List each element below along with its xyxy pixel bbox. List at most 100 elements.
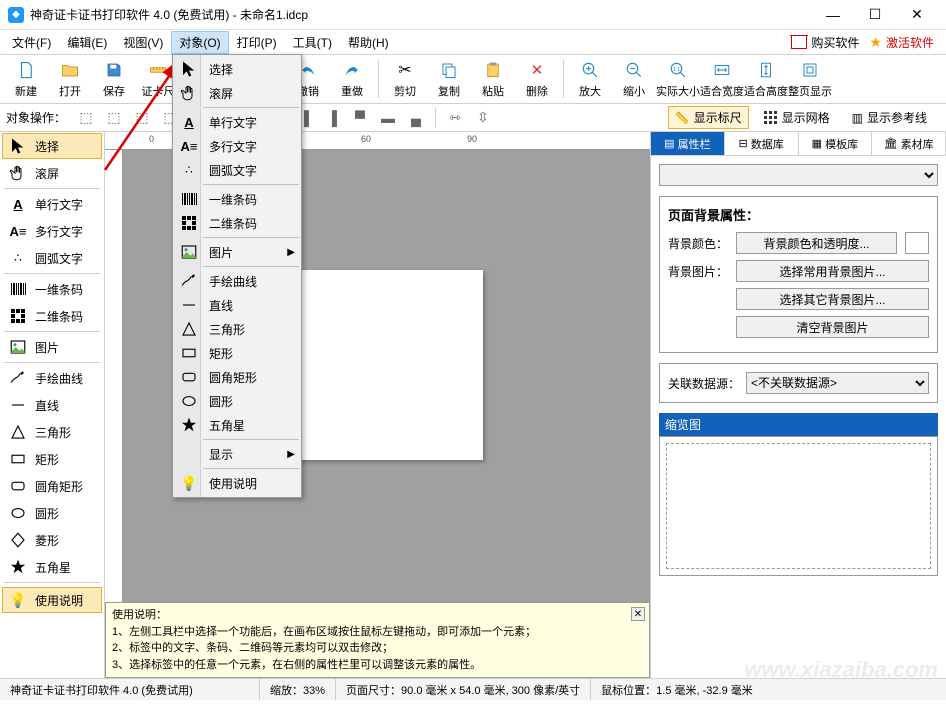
tool-image[interactable]: 图片 <box>2 334 102 360</box>
bgimg-clear-button[interactable]: 清空背景图片 <box>736 316 929 338</box>
tool-diamond[interactable]: 菱形 <box>2 527 102 553</box>
toolbar-fit-width-button[interactable]: 适合宽度 <box>700 56 744 102</box>
align-middle-button[interactable]: ▬ <box>376 107 400 129</box>
menu-item-text-single[interactable]: A单行文字 <box>173 110 301 134</box>
menu-item-text-arc[interactable]: ∴圆弧文字 <box>173 158 301 182</box>
menu-object[interactable]: 对象(O) <box>171 31 228 54</box>
fit-width-icon <box>711 59 733 81</box>
menu-edit[interactable]: 编辑(E) <box>59 31 115 54</box>
tool-qrcode[interactable]: 二维条码 <box>2 303 102 329</box>
toolbar-redo-button[interactable]: 重做 <box>330 56 374 102</box>
cut-icon: ✂ <box>394 59 416 81</box>
copy-icon <box>438 59 460 81</box>
fit-height-icon <box>755 59 777 81</box>
tool-roundrect[interactable]: 圆角矩形 <box>2 473 102 499</box>
toolbar-copy-button[interactable]: 复制 <box>427 56 471 102</box>
menu-item-star[interactable]: 五角星 <box>173 413 301 437</box>
menu-item-hand[interactable]: 滚屏 <box>173 81 301 105</box>
maximize-button[interactable]: ☐ <box>854 0 896 30</box>
tool-text-arc[interactable]: ∴圆弧文字 <box>2 245 102 271</box>
right-panel: ▤属性栏 ⊟数据库 ▦模板库 🏛素材库 页面背景属性： 背景颜色： 背景颜色和透… <box>650 132 946 678</box>
tool-barcode[interactable]: 一维条码 <box>2 276 102 302</box>
tool-text-multi[interactable]: A≡多行文字 <box>2 218 102 244</box>
toolbar-fit-page-button[interactable]: 整页显示 <box>788 56 832 102</box>
menu-help[interactable]: 帮助(H) <box>340 31 397 54</box>
menu-item-显示[interactable]: 显示▶ <box>173 442 301 466</box>
tool-cursor[interactable]: 选择 <box>2 133 102 159</box>
tool-text-single[interactable]: A单行文字 <box>2 191 102 217</box>
menu-item-barcode[interactable]: 一维条码 <box>173 187 301 211</box>
distribute-v-button[interactable]: ⇳ <box>471 107 495 129</box>
menu-item-pencil[interactable]: 手绘曲线 <box>173 269 301 293</box>
tool-rect[interactable]: 矩形 <box>2 446 102 472</box>
toggle-guides[interactable]: ▥显示参考线 <box>845 106 934 129</box>
tool-line[interactable]: 直线 <box>2 392 102 418</box>
menu-item-bulb[interactable]: 💡使用说明 <box>173 471 301 495</box>
preview-thumbnail <box>666 443 931 569</box>
bgimg-other-button[interactable]: 选择其它背景图片... <box>736 288 929 310</box>
toolbar-file-new-button[interactable]: 新建 <box>4 56 48 102</box>
buy-software-link[interactable]: 购买软件 <box>791 34 859 51</box>
blank-icon <box>179 444 199 464</box>
menu-item-cursor[interactable]: 选择 <box>173 57 301 81</box>
menu-item-circle[interactable]: 圆形 <box>173 389 301 413</box>
tool-help[interactable]: 💡使用说明 <box>2 587 102 613</box>
toolbar-cut-button[interactable]: ✂剪切 <box>383 56 427 102</box>
menu-item-roundrect[interactable]: 圆角矩形 <box>173 365 301 389</box>
close-button[interactable]: ✕ <box>896 0 938 30</box>
toolbar-zoom-in-button[interactable]: 放大 <box>568 56 612 102</box>
align-bottom-button[interactable]: ▄ <box>404 107 428 129</box>
distribute-h-button[interactable]: ⇿ <box>443 107 467 129</box>
align-right-button[interactable]: ▐ <box>320 107 344 129</box>
menu-item-qrcode[interactable]: 二维条码 <box>173 211 301 235</box>
toolbar-folder-open-button[interactable]: 打开 <box>48 56 92 102</box>
barcode-icon <box>179 189 199 209</box>
minimize-button[interactable]: — <box>812 0 854 30</box>
toolbar-zoom-out-button[interactable]: 缩小 <box>612 56 656 102</box>
tab-properties[interactable]: ▤属性栏 <box>651 132 725 155</box>
datasource-select[interactable]: <不关联数据源> <box>746 372 929 394</box>
tool-hand[interactable]: 滚屏 <box>2 160 102 186</box>
menu-item-image[interactable]: 图片▶ <box>173 240 301 264</box>
menu-tools[interactable]: 工具(T) <box>285 31 340 54</box>
hand-icon <box>179 83 199 103</box>
guides-icon: ▥ <box>852 111 863 125</box>
tool-triangle[interactable]: 三角形 <box>2 419 102 445</box>
bgimg-common-button[interactable]: 选择常用背景图片... <box>736 260 929 282</box>
instruction-close-button[interactable]: ✕ <box>631 607 645 621</box>
bulb-icon: 💡 <box>179 473 199 493</box>
toolbar-zoom-actual-button[interactable]: 1:1实际大小 <box>656 56 700 102</box>
tab-templates[interactable]: ▦模板库 <box>799 132 873 155</box>
cursor-icon <box>179 59 199 79</box>
bgcolor-swatch[interactable] <box>905 232 929 254</box>
toolbar-paste-button[interactable]: 粘贴 <box>471 56 515 102</box>
diamond-icon <box>9 531 27 549</box>
ruler-icon: 📏 <box>675 111 690 125</box>
menubar: 文件(F) 编辑(E) 视图(V) 对象(O) 打印(P) 工具(T) 帮助(H… <box>0 30 946 54</box>
tab-materials[interactable]: 🏛素材库 <box>872 132 946 155</box>
toggle-ruler[interactable]: 📏显示标尺 <box>668 106 749 129</box>
toolbar-delete-button[interactable]: ✕删除 <box>515 56 559 102</box>
menu-item-text-multi[interactable]: A≡多行文字 <box>173 134 301 158</box>
menu-item-line[interactable]: 直线 <box>173 293 301 317</box>
activate-software-link[interactable]: ★激活软件 <box>869 34 934 51</box>
align-top-button[interactable]: ▀ <box>348 107 372 129</box>
status-pagesize: 页面尺寸：90.0 毫米 x 54.0 毫米, 300 像素/英寸 <box>336 679 591 700</box>
tool-circle[interactable]: 圆形 <box>2 500 102 526</box>
tool-pencil[interactable]: 手绘曲线 <box>2 365 102 391</box>
bgcolor-button[interactable]: 背景颜色和透明度... <box>736 232 897 254</box>
menu-item-triangle[interactable]: 三角形 <box>173 317 301 341</box>
menu-view[interactable]: 视图(V) <box>115 31 171 54</box>
menu-item-rect[interactable]: 矩形 <box>173 341 301 365</box>
toggle-grid[interactable]: 显示网格 <box>757 106 837 129</box>
layer-front-button[interactable]: ⬚ <box>74 107 98 129</box>
menu-file[interactable]: 文件(F) <box>4 31 59 54</box>
element-selector[interactable] <box>659 164 938 186</box>
tab-database[interactable]: ⊟数据库 <box>725 132 799 155</box>
tool-star[interactable]: 五角星 <box>2 554 102 580</box>
text-arc-icon: ∴ <box>9 249 27 267</box>
toolbar-fit-height-button[interactable]: 适合高度 <box>744 56 788 102</box>
datasource-group: 关联数据源： <不关联数据源> <box>659 363 938 403</box>
menu-print[interactable]: 打印(P) <box>229 31 285 54</box>
titlebar: ◆ 神奇证卡证书打印软件 4.0 (免费试用) - 未命名1.idcp — ☐ … <box>0 0 946 30</box>
